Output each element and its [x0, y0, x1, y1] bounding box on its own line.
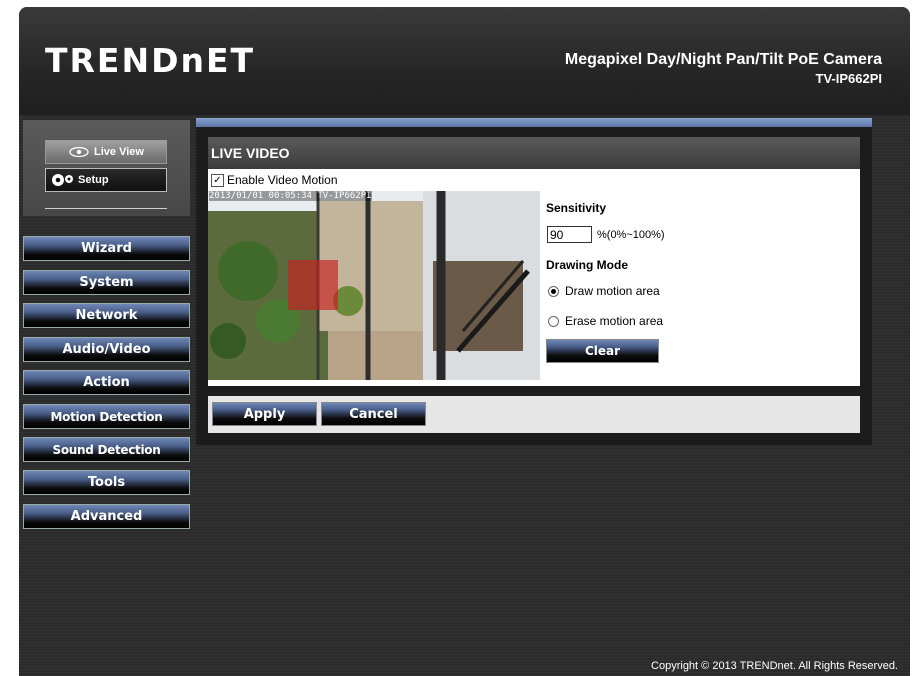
sensitivity-range-label: %(0%~100%) — [597, 229, 665, 241]
nav-wizard-button[interactable]: Wizard — [23, 236, 190, 261]
draw-motion-area-option[interactable]: Draw motion area — [548, 284, 660, 298]
product-model: TV-IP662PI — [815, 71, 882, 86]
view-mode-panel: Live View Setup — [23, 120, 190, 216]
draw-motion-area-label: Draw motion area — [565, 284, 660, 298]
setup-button[interactable]: Setup — [45, 168, 167, 192]
eye-icon — [69, 146, 89, 158]
live-video-feed[interactable]: 2013/01/01 00:05:34 TV-IP662PI — [208, 191, 540, 380]
nav-motion-detection-button[interactable]: Motion Detection — [23, 404, 190, 429]
main-panel: LIVE VIDEO ✓ Enable Video Motion 2013/01… — [196, 118, 872, 445]
gears-icon — [52, 174, 73, 186]
main-top-bar — [196, 118, 872, 127]
erase-motion-area-radio[interactable] — [548, 315, 559, 327]
header: TRENDnET Megapixel Day/Night Pan/Tilt Po… — [19, 7, 910, 115]
nav-action-button[interactable]: Action — [23, 370, 190, 395]
apply-button[interactable]: Apply — [212, 402, 317, 426]
nav-tools-button[interactable]: Tools — [23, 470, 190, 495]
video-timestamp: 2013/01/01 00:05:34 TV-IP662PI — [209, 191, 372, 201]
clear-button[interactable]: Clear — [546, 339, 659, 363]
enable-motion-label: Enable Video Motion — [227, 173, 338, 187]
product-name: Megapixel Day/Night Pan/Tilt PoE Camera — [564, 51, 882, 68]
camera-scene-image — [208, 191, 540, 380]
nav-advanced-button[interactable]: Advanced — [23, 504, 190, 529]
cancel-button[interactable]: Cancel — [321, 402, 426, 426]
motion-settings-content: ✓ Enable Video Motion 2013/01/01 00:05:3… — [208, 169, 860, 386]
trendnet-logo: TRENDnET — [45, 41, 256, 80]
erase-motion-area-label: Erase motion area — [565, 314, 664, 328]
sensitivity-label: Sensitivity — [546, 201, 607, 215]
page-title: LIVE VIDEO — [208, 137, 860, 169]
drawing-mode-label: Drawing Mode — [546, 258, 629, 272]
live-view-button[interactable]: Live View — [45, 140, 167, 164]
enable-motion-checkbox[interactable]: ✓ — [211, 173, 224, 187]
motion-area-overlay[interactable] — [288, 260, 338, 310]
product-info: Megapixel Day/Night Pan/Tilt PoE Camera … — [565, 51, 882, 86]
nav-sound-detection-button[interactable]: Sound Detection — [23, 437, 190, 462]
draw-motion-area-radio[interactable] — [548, 285, 559, 297]
nav-system-button[interactable]: System — [23, 270, 190, 295]
action-bar: Apply Cancel — [208, 396, 860, 433]
sensitivity-input[interactable] — [547, 226, 592, 243]
live-view-label: Live View — [94, 146, 144, 158]
nav-network-button[interactable]: Network — [23, 303, 190, 328]
erase-motion-area-option[interactable]: Erase motion area — [548, 314, 663, 328]
setup-label: Setup — [78, 174, 109, 186]
copyright-footer: Copyright © 2013 TRENDnet. All Rights Re… — [651, 660, 898, 672]
enable-motion-row: ✓ Enable Video Motion — [211, 173, 338, 187]
nav-audio-video-button[interactable]: Audio/Video — [23, 337, 190, 362]
panel-divider — [45, 208, 167, 209]
